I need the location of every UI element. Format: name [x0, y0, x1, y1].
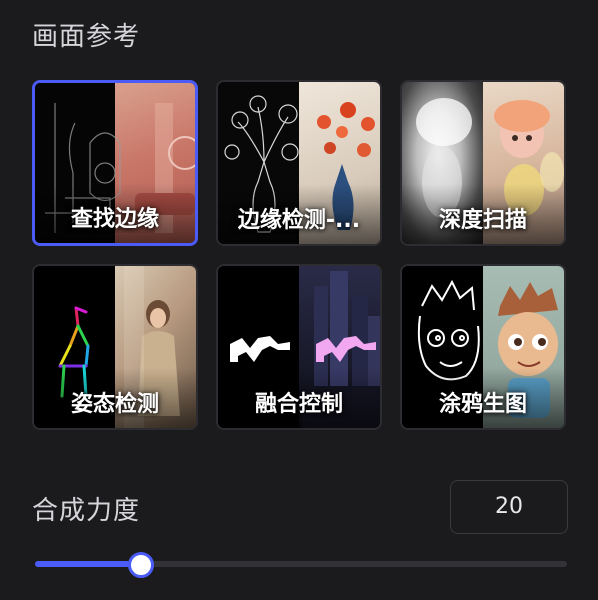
reference-card-pose-detect[interactable]: 姿态检测: [32, 264, 198, 430]
reference-grid: 查找边缘 边缘检测-... 深度扫描 姿态检测 融合控制 涂鸦生图: [32, 80, 568, 430]
reference-card-edge-detect[interactable]: 查找边缘: [32, 80, 198, 246]
reference-card-edge-detect-2[interactable]: 边缘检测-...: [216, 80, 382, 246]
strength-slider[interactable]: [35, 552, 567, 578]
reference-card-label: 姿态检测: [70, 392, 159, 417]
reference-card-doodle[interactable]: 涂鸦生图: [400, 264, 566, 430]
strength-label: 合成力度: [32, 496, 141, 526]
reference-card-label: 涂鸦生图: [438, 392, 527, 417]
reference-card-depth-scan[interactable]: 深度扫描: [400, 80, 566, 246]
strength-row: 合成力度 20: [32, 480, 568, 536]
reference-card-label: 融合控制: [254, 392, 343, 417]
reference-card-label: 深度扫描: [438, 208, 527, 233]
reference-card-label: 边缘检测-...: [237, 208, 361, 233]
reference-card-label: 查找边缘: [70, 207, 159, 232]
strength-value-input[interactable]: 20: [450, 480, 568, 534]
section-title: 画面参考: [32, 22, 141, 52]
reference-panel: 画面参考 查找边缘 边缘检测-... 深度扫描 姿态检测 融合控制 涂鸦生图 合…: [0, 0, 598, 600]
reference-card-blend-control[interactable]: 融合控制: [216, 264, 382, 430]
slider-thumb[interactable]: [128, 552, 154, 578]
slider-fill: [35, 561, 141, 567]
